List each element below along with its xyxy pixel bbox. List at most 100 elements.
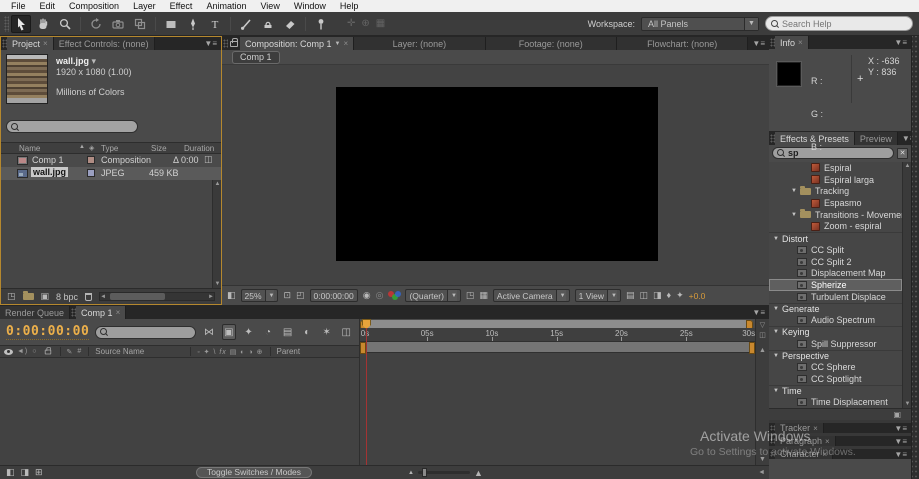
close-icon[interactable]: × <box>116 308 121 317</box>
menu-effect[interactable]: Effect <box>163 0 200 12</box>
motion-blur-icon[interactable]: ◐ <box>300 324 314 340</box>
sort-arrow-icon[interactable]: ▲ <box>79 144 85 150</box>
twirl-down-icon[interactable]: ▼ <box>773 353 779 359</box>
effects-vertical-scrollbar[interactable]: ▲ ▼ <box>902 162 911 409</box>
effect-category[interactable]: ▼ Generate <box>769 302 902 315</box>
show-channels-icon[interactable] <box>388 290 402 301</box>
type-tool[interactable]: T <box>205 15 225 33</box>
time-navigator-bar[interactable] <box>360 320 753 330</box>
project-search-input[interactable] <box>22 121 122 132</box>
tab-composition[interactable]: Composition: Comp 1 ▼ × <box>240 37 355 50</box>
label-column-icon[interactable]: ◈ <box>89 144 94 152</box>
tab-preview[interactable]: Preview <box>854 132 898 145</box>
number-column-icon[interactable]: # <box>77 348 82 355</box>
twirl-down-icon[interactable]: ▼ <box>773 306 779 312</box>
tab-layer[interactable]: Layer: (none) <box>354 37 486 50</box>
panel-menu-icon[interactable]: ▼≡ <box>890 423 911 433</box>
current-time-field[interactable]: 0:00:00:00 <box>6 324 90 340</box>
panel-gripper[interactable] <box>223 39 228 48</box>
magnification-dropdown[interactable]: 25% ▼ <box>240 289 279 302</box>
right-edge-gripper-strip[interactable] <box>911 36 919 479</box>
chevron-down-icon[interactable]: ▼ <box>744 17 758 30</box>
footage-thumbnail[interactable] <box>6 54 48 104</box>
column-duration[interactable]: Duration <box>184 144 214 153</box>
timeline-search-box[interactable] <box>95 325 197 339</box>
twirl-down-icon[interactable]: ▼ <box>791 212 797 218</box>
workspace-dropdown[interactable]: All Panels ▼ <box>641 16 759 31</box>
transparency-grid-icon[interactable]: ▦ <box>479 291 488 300</box>
project-settings-icon[interactable]: ▣ <box>41 292 50 301</box>
panel-menu-icon[interactable]: ▼≡ <box>890 36 911 49</box>
effect-item[interactable]: CC Split <box>769 244 902 256</box>
column-name[interactable]: Name <box>19 144 40 153</box>
scroll-left-icon[interactable]: ◄ <box>100 294 106 300</box>
time-ruler[interactable]: 0s 05s 10s 15s 20s 25s 30s <box>360 328 755 342</box>
video-switch-icon[interactable] <box>4 348 13 355</box>
region-of-interest-icon[interactable]: ◳ <box>466 291 475 300</box>
share-view-icon[interactable]: ▤ <box>626 291 635 300</box>
menu-view[interactable]: View <box>253 0 286 12</box>
twirl-down-icon[interactable]: ▼ <box>773 329 779 335</box>
scrollbar-thumb[interactable] <box>110 293 166 300</box>
brainstorm-icon[interactable]: ✶ <box>320 324 334 340</box>
panel-menu-icon[interactable]: ▼≡ <box>748 37 769 50</box>
chevron-down-icon[interactable]: ▼ <box>335 41 341 47</box>
twirl-down-icon[interactable]: ▼ <box>791 188 797 194</box>
zoom-out-icon[interactable]: ▲ <box>408 470 414 476</box>
panel-menu-icon[interactable]: ▼≡ <box>890 436 911 446</box>
menu-help[interactable]: Help <box>333 0 366 12</box>
scroll-right-icon[interactable]: ► <box>208 294 214 300</box>
show-snapshot-icon[interactable]: ◎ <box>376 291 384 300</box>
current-time-display[interactable]: 0:00:00:00 <box>309 289 358 302</box>
search-help-input[interactable] <box>782 18 892 29</box>
menu-layer[interactable]: Layer <box>126 0 163 12</box>
view-axis-icon[interactable]: ▦ <box>376 18 385 29</box>
effect-category[interactable]: ▼ Time <box>769 384 902 397</box>
project-vertical-scrollbar[interactable]: ▲ ▼ <box>212 180 221 288</box>
table-row-walljpg[interactable]: wall.jpg JPEG 459 KB <box>1 167 221 180</box>
bit-depth-label[interactable]: 8 bpc <box>56 292 78 302</box>
toolbar-gripper[interactable] <box>4 15 9 32</box>
scroll-up-icon[interactable]: ▲ <box>215 181 221 187</box>
preset-folder[interactable]: ▼ Transitions - Movement <box>769 209 909 221</box>
scroll-left-icon[interactable]: ◄ <box>758 469 765 476</box>
composition-viewer[interactable] <box>222 65 769 285</box>
comp-marker-bin-icon[interactable]: ▽ <box>760 321 765 329</box>
menu-edit[interactable]: Edit <box>33 0 63 12</box>
always-preview-icon[interactable]: ◧ <box>227 291 236 300</box>
effect-category[interactable]: ▼ Distort <box>769 232 902 244</box>
snapshot-icon[interactable]: ◉ <box>363 291 371 300</box>
effect-item[interactable]: CC Split 2 <box>769 256 902 268</box>
eraser-tool[interactable] <box>280 15 300 33</box>
tab-info[interactable]: Info × <box>775 36 809 49</box>
puppet-pin-tool[interactable] <box>311 15 331 33</box>
lock-views-icon[interactable]: ◫ <box>639 291 648 300</box>
mask-shape-tool[interactable] <box>161 15 181 33</box>
safe-margins-icon[interactable]: ⊡ <box>283 291 291 300</box>
preset-folder[interactable]: ▼ Tracking <box>769 185 902 197</box>
playhead[interactable] <box>362 319 371 465</box>
search-help-box[interactable] <box>765 16 913 31</box>
scroll-down-icon[interactable]: ▼ <box>905 401 911 407</box>
scroll-up-icon[interactable]: ▲ <box>905 163 911 169</box>
effect-item[interactable]: Spill Suppressor <box>769 338 902 350</box>
camera-tool[interactable] <box>108 15 128 33</box>
panel-menu-icon[interactable]: ▼≡ <box>748 306 769 319</box>
toggle-switches-modes-button[interactable]: Toggle Switches / Modes <box>196 467 313 478</box>
camera-dropdown[interactable]: Active Camera ▼ <box>492 289 570 302</box>
zoom-in-icon[interactable]: ▲ <box>474 468 483 478</box>
clone-stamp-tool[interactable] <box>258 15 278 33</box>
effect-item[interactable]: CC Sphere <box>769 361 902 373</box>
mini-flowchart-icon[interactable]: ⋈ <box>202 324 216 340</box>
timeline-track-area[interactable] <box>360 353 755 465</box>
project-search-box[interactable] <box>6 120 138 133</box>
twirl-down-icon[interactable]: ▼ <box>773 388 779 394</box>
effect-category[interactable]: ▼ Keying <box>769 326 902 338</box>
layer-list-empty-area[interactable] <box>0 358 359 465</box>
project-horizontal-scrollbar[interactable]: ◄ ► <box>99 292 215 301</box>
pixel-aspect-icon[interactable]: ◨ <box>653 291 662 300</box>
source-name-column[interactable]: Source Name <box>95 347 144 356</box>
lock-icon[interactable] <box>230 37 238 47</box>
pen-tool[interactable] <box>183 15 203 33</box>
effect-item[interactable]: Displacement Map <box>769 267 902 279</box>
